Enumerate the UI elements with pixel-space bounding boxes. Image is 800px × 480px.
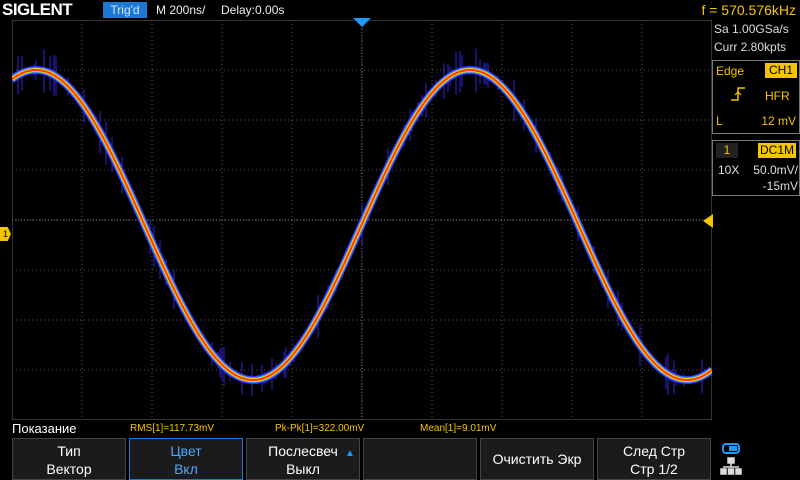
vertical-offset: -15mV	[762, 179, 798, 193]
usb-icon	[722, 443, 740, 454]
softkey-next-page-label: След Стр	[622, 443, 686, 459]
frequency-readout: f = 570.576kHz	[701, 2, 796, 18]
network-icon	[720, 457, 742, 475]
memory-depth-readout: Curr 2.80kpts	[714, 40, 787, 54]
softkey-persistence-label: Послесвеч	[268, 443, 338, 459]
softkey-clear-display[interactable]: Очистить Экр	[480, 438, 594, 480]
channel1-ground-marker[interactable]: 1	[0, 227, 11, 241]
measurement-title: Показание	[12, 421, 77, 436]
softkey-persistence[interactable]: Послесвеч Выкл ▲	[246, 438, 360, 480]
softkey-type-value: Вектор	[46, 461, 92, 477]
trigger-status-badge: Trig'd	[103, 2, 147, 18]
softkey-persistence-value: Выкл	[286, 461, 320, 477]
delay-readout: Delay:0.00s	[221, 3, 285, 17]
probe-attenuation: 10X	[718, 163, 740, 177]
measurement-mean: Mean[1]=9.01mV	[420, 423, 497, 434]
waveform-display[interactable]	[12, 20, 712, 420]
vertical-scale: 50.0mV/	[753, 163, 798, 177]
trigger-coupling-label: HFR	[765, 89, 790, 103]
softkey-empty[interactable]	[363, 438, 477, 480]
softkey-color-label: Цвет	[170, 443, 202, 459]
sample-rate-readout: Sa 1.00GSa/s	[714, 22, 789, 36]
measurement-bar	[0, 420, 800, 438]
measurement-rms: RMS[1]=117.73mV	[130, 423, 215, 434]
softkey-type-label: Тип	[57, 443, 81, 459]
trigger-level-label: L	[716, 114, 723, 128]
softkey-next-page-value: Стр 1/2	[630, 461, 678, 477]
trigger-level-value: 12 mV	[761, 114, 796, 128]
channel-number: 1	[716, 143, 738, 158]
rising-edge-icon	[731, 87, 745, 101]
trigger-position-marker-icon[interactable]	[353, 18, 371, 28]
trigger-level-marker-icon[interactable]	[703, 214, 713, 228]
submenu-arrow-icon: ▲	[345, 448, 355, 459]
softkey-color-value: Вкл	[174, 461, 198, 477]
brand-logo: SIGLENT	[2, 0, 73, 19]
trigger-source-badge: CH1	[765, 63, 797, 78]
softkey-type[interactable]: Тип Вектор	[12, 438, 126, 480]
status-icons	[720, 443, 742, 475]
softkey-next-page[interactable]: След Стр Стр 1/2	[597, 438, 711, 480]
trigger-type-label: Edge	[716, 64, 745, 78]
softkey-color[interactable]: Цвет Вкл	[129, 438, 243, 480]
channel-coupling-badge: DC1M	[758, 143, 796, 158]
timebase-readout: M 200ns/	[156, 3, 206, 17]
measurement-pkpk: Pk-Pk[1]=322.00mV	[275, 423, 365, 434]
softkey-clear-display-label: Очистить Экр	[492, 451, 582, 467]
